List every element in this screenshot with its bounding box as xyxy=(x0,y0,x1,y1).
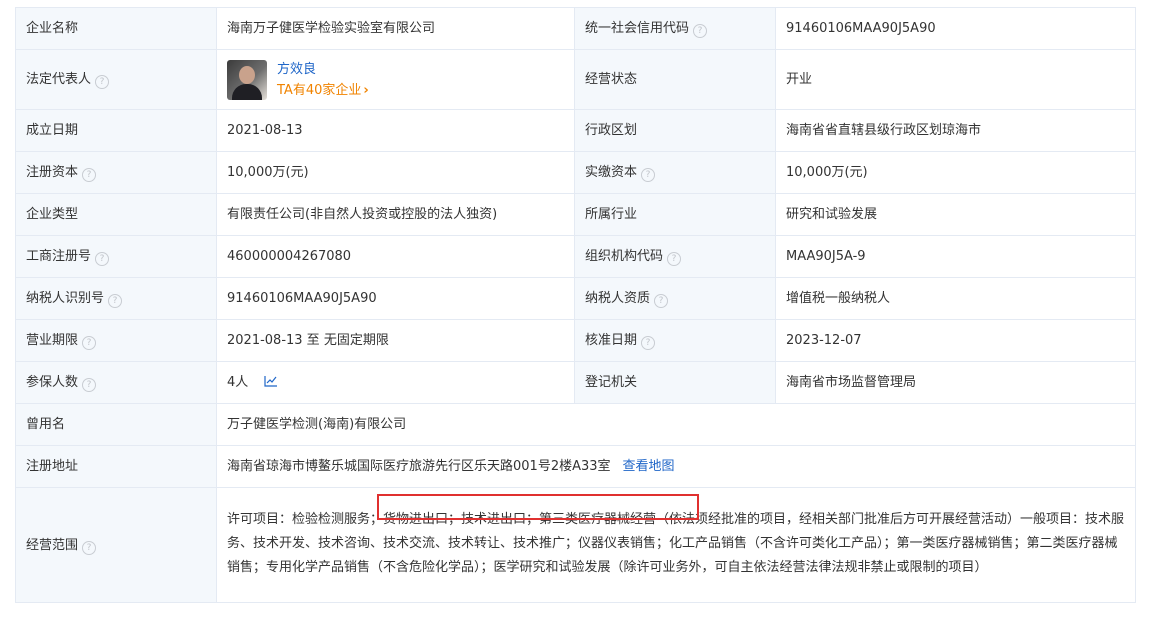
table-row: 企业类型 有限责任公司(非自然人投资或控股的法人独资) 所属行业 研究和试验发展 xyxy=(15,193,1136,236)
value-reg-number: 460000004267080 xyxy=(216,235,575,278)
value-insured-count: 4人 xyxy=(216,361,575,404)
value-reg-address: 海南省琼海市博鳌乐城国际医疗旅游先行区乐天路001号2楼A33室 查看地图 xyxy=(216,445,1136,488)
value-status: 开业 xyxy=(775,49,1136,110)
value-org-code: MAA90J5A-9 xyxy=(775,235,1136,278)
label-text: 实缴资本 xyxy=(585,165,638,180)
question-circle-icon[interactable]: ? xyxy=(693,24,708,38)
table-row: 法定代表人? 方效良 TA有40家企业 › 经营状态 开业 xyxy=(15,49,1136,110)
chevron-right-icon[interactable]: › xyxy=(363,80,368,101)
value-industry: 研究和试验发展 xyxy=(775,193,1136,236)
label-text: 统一社会信用代码 xyxy=(585,21,690,36)
value-admin-region: 海南省省直辖县级行政区划琼海市 xyxy=(775,109,1136,152)
legal-rep-name-link[interactable]: 方效良 xyxy=(277,59,369,80)
label-company-type: 企业类型 xyxy=(15,193,217,236)
value-founded-date: 2021-08-13 xyxy=(216,109,575,152)
value-company-type: 有限责任公司(非自然人投资或控股的法人独资) xyxy=(216,193,575,236)
label-approval-date: 核准日期? xyxy=(574,319,776,362)
label-text: 纳税人资质 xyxy=(585,291,651,306)
question-circle-icon[interactable]: ? xyxy=(641,336,656,350)
table-row: 曾用名 万子健医学检测(海南)有限公司 xyxy=(15,403,1136,446)
company-info-table: 企业名称 海南万子健医学检验实验室有限公司 统一社会信用代码? 91460106… xyxy=(15,7,1136,603)
label-registered-capital: 注册资本? xyxy=(15,151,217,194)
label-taxpayer-id: 纳税人识别号? xyxy=(15,277,217,320)
table-row: 工商注册号? 460000004267080 组织机构代码? MAA90J5A-… xyxy=(15,235,1136,278)
value-business-scope: 许可项目：检验检测服务；货物进出口；技术进出口；第三类医疗器械经营（依法须经批准… xyxy=(216,487,1136,603)
table-row: 成立日期 2021-08-13 行政区划 海南省省直辖县级行政区划琼海市 xyxy=(15,109,1136,152)
label-business-term: 营业期限? xyxy=(15,319,217,362)
label-industry: 所属行业 xyxy=(574,193,776,236)
value-business-term: 2021-08-13 至 无固定期限 xyxy=(216,319,575,362)
label-text: 组织机构代码 xyxy=(585,249,664,264)
trend-chart-icon[interactable] xyxy=(264,375,278,387)
label-reg-address: 注册地址 xyxy=(15,445,217,488)
table-row: 纳税人识别号? 91460106MAA90J5A90 纳税人资质? 增值税一般纳… xyxy=(15,277,1136,320)
label-insured-count: 参保人数? xyxy=(15,361,217,404)
label-paid-capital: 实缴资本? xyxy=(574,151,776,194)
value-registered-capital: 10,000万(元) xyxy=(216,151,575,194)
question-circle-icon[interactable]: ? xyxy=(82,378,97,392)
value-credit-code: 91460106MAA90J5A90 xyxy=(775,7,1136,50)
value-company-name: 海南万子健医学检验实验室有限公司 xyxy=(216,7,575,50)
question-circle-icon[interactable]: ? xyxy=(108,294,123,308)
label-admin-region: 行政区划 xyxy=(574,109,776,152)
label-text: 法定代表人 xyxy=(26,72,92,87)
value-reg-authority: 海南省市场监督管理局 xyxy=(775,361,1136,404)
label-legal-rep: 法定代表人? xyxy=(15,49,217,110)
related-companies-link[interactable]: TA有40家企业 › xyxy=(277,80,369,101)
label-org-code: 组织机构代码? xyxy=(574,235,776,278)
question-circle-icon[interactable]: ? xyxy=(82,336,97,350)
avatar[interactable] xyxy=(227,59,267,100)
view-map-link[interactable]: 查看地图 xyxy=(623,459,675,474)
insured-count-text: 4人 xyxy=(227,375,249,390)
label-text: 核准日期 xyxy=(585,333,638,348)
label-text: 纳税人识别号 xyxy=(26,291,105,306)
label-reg-number: 工商注册号? xyxy=(15,235,217,278)
label-business-scope: 经营范围? xyxy=(15,487,217,603)
question-circle-icon[interactable]: ? xyxy=(82,168,97,182)
value-legal-rep: 方效良 TA有40家企业 › xyxy=(216,49,575,110)
table-row: 注册资本? 10,000万(元) 实缴资本? 10,000万(元) xyxy=(15,151,1136,194)
label-former-name: 曾用名 xyxy=(15,403,217,446)
table-row: 参保人数? 4人 登记机关 海南省市场监督管理局 xyxy=(15,361,1136,404)
value-taxpayer-id: 91460106MAA90J5A90 xyxy=(216,277,575,320)
label-text: 注册资本 xyxy=(26,165,79,180)
value-paid-capital: 10,000万(元) xyxy=(775,151,1136,194)
question-circle-icon[interactable]: ? xyxy=(641,168,656,182)
table-row: 注册地址 海南省琼海市博鳌乐城国际医疗旅游先行区乐天路001号2楼A33室 查看地… xyxy=(15,445,1136,488)
label-taxpayer-qual: 纳税人资质? xyxy=(574,277,776,320)
question-circle-icon[interactable]: ? xyxy=(654,294,669,308)
table-row: 企业名称 海南万子健医学检验实验室有限公司 统一社会信用代码? 91460106… xyxy=(15,7,1136,50)
label-text: 工商注册号 xyxy=(26,249,92,264)
related-companies-text[interactable]: TA有40家企业 xyxy=(277,83,361,98)
value-approval-date: 2023-12-07 xyxy=(775,319,1136,362)
question-circle-icon[interactable]: ? xyxy=(95,252,110,266)
business-scope-text: 许可项目：检验检测服务；货物进出口；技术进出口；第三类医疗器械经营（依法须经批准… xyxy=(227,512,1125,575)
question-circle-icon[interactable]: ? xyxy=(82,540,97,555)
label-text: 营业期限 xyxy=(26,333,79,348)
value-former-name: 万子健医学检测(海南)有限公司 xyxy=(216,403,1136,446)
question-circle-icon[interactable]: ? xyxy=(667,252,682,266)
label-credit-code: 统一社会信用代码? xyxy=(574,7,776,50)
label-status: 经营状态 xyxy=(574,49,776,110)
label-company-name: 企业名称 xyxy=(15,7,217,50)
label-text: 参保人数 xyxy=(26,375,79,390)
question-circle-icon[interactable]: ? xyxy=(95,75,110,89)
table-row: 营业期限? 2021-08-13 至 无固定期限 核准日期? 2023-12-0… xyxy=(15,319,1136,362)
address-text: 海南省琼海市博鳌乐城国际医疗旅游先行区乐天路001号2楼A33室 xyxy=(227,459,611,474)
label-founded-date: 成立日期 xyxy=(15,109,217,152)
value-taxpayer-qual: 增值税一般纳税人 xyxy=(775,277,1136,320)
label-text: 经营范围 xyxy=(26,537,79,553)
label-reg-authority: 登记机关 xyxy=(574,361,776,404)
table-row: 经营范围? 许可项目：检验检测服务；货物进出口；技术进出口；第三类医疗器械经营（… xyxy=(15,487,1136,603)
